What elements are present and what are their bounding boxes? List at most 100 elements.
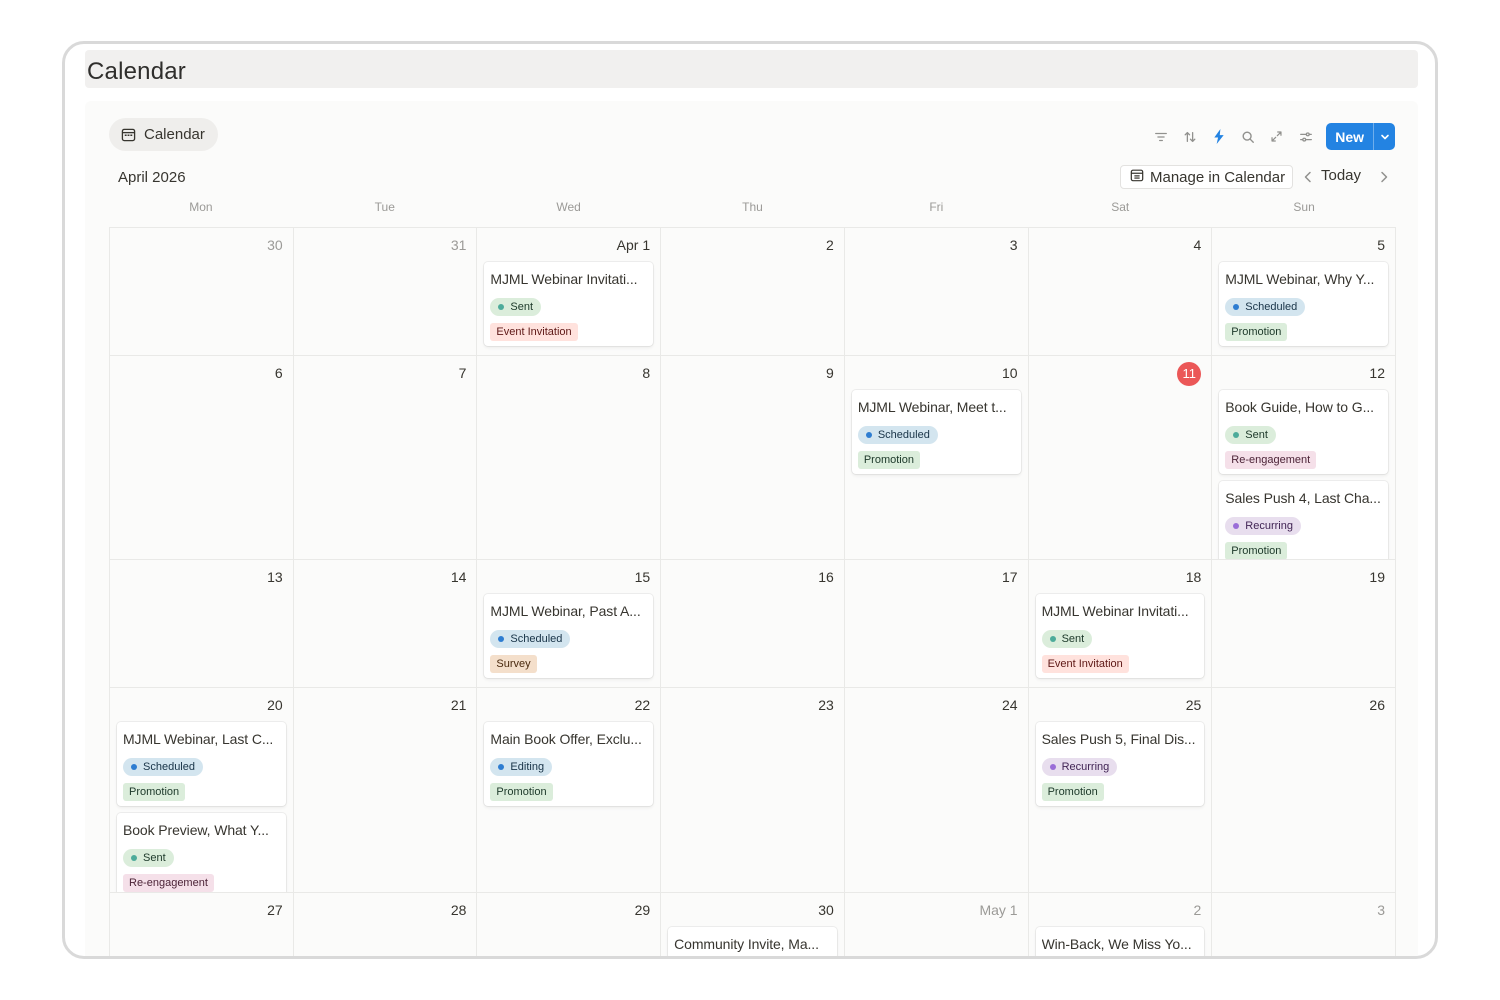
lightning-icon[interactable] (1204, 123, 1233, 150)
day-cell[interactable]: 15 MJML Webinar, Past A... Scheduled Survey (477, 560, 662, 688)
day-cell[interactable]: 9 (661, 356, 845, 560)
sort-icon[interactable] (1175, 123, 1204, 150)
event-title: Community Invite, Ma... (674, 936, 819, 952)
search-icon[interactable] (1233, 123, 1262, 150)
day-cell[interactable]: 4 (1028, 228, 1213, 356)
event-card[interactable]: Sales Push 4, Last Cha... Recurring Promot… (1219, 481, 1388, 559)
day-cell[interactable]: 16 (661, 560, 845, 688)
day-cell[interactable]: Apr 1 MJML Webinar Invitati... Sent Event I… (477, 228, 662, 356)
day-cell[interactable]: 26 (1212, 688, 1396, 893)
day-cell[interactable]: 8 (477, 356, 662, 560)
day-cell[interactable]: 13 (110, 560, 294, 688)
weekday-label: Thu (742, 200, 763, 214)
filter-icon[interactable] (1146, 123, 1175, 150)
day-cell[interactable]: 22 Main Book Offer, Exclu... Editing Promot… (477, 688, 662, 893)
day-cell[interactable]: 30 Community Invite, Ma... (661, 893, 845, 956)
manage-in-calendar-button[interactable]: Manage in Calendar (1120, 165, 1294, 189)
day-number: 27 (267, 902, 283, 918)
day-cell[interactable]: 24 (844, 688, 1029, 893)
month-label: April 2026 (118, 169, 186, 186)
weekday-label: Tue (374, 200, 395, 214)
view-tab-calendar[interactable]: Calendar (109, 118, 218, 151)
day-cell[interactable]: 17 (844, 560, 1029, 688)
status-badge: Sent (1041, 630, 1093, 648)
status-dot-icon (1233, 523, 1240, 529)
day-cell[interactable]: 20 MJML Webinar, Last C... Scheduled Promot… (110, 688, 294, 893)
event-card[interactable]: Community Invite, Ma... (668, 927, 837, 956)
weekday-label: Fri (929, 200, 944, 214)
status-dot-icon (1049, 636, 1056, 642)
event-card[interactable]: Win-Back, We Miss Yo... (1035, 927, 1205, 956)
day-cell[interactable]: 25 Sales Push 5, Final Dis... Recurring Pro… (1028, 688, 1213, 893)
day-cell[interactable]: 3 (1212, 893, 1396, 956)
weekday-label: Sun (1293, 200, 1315, 214)
day-cell[interactable]: 23 (661, 688, 845, 893)
event-card[interactable]: Main Book Offer, Exclu... Editing Promotio… (484, 722, 654, 806)
event-card[interactable]: MJML Webinar, Meet t... Scheduled Promotio… (851, 390, 1021, 474)
day-cell[interactable]: 19 (1212, 560, 1396, 688)
chevron-left-icon[interactable] (1299, 167, 1317, 187)
status-label: Sent (1245, 429, 1268, 441)
chevron-down-icon[interactable] (1373, 123, 1395, 150)
day-number: 24 (1001, 697, 1018, 713)
status-label: Sent (143, 852, 166, 864)
event-card[interactable]: MJML Webinar, Why Y... Scheduled Promotion (1219, 262, 1388, 346)
day-number: 26 (1369, 697, 1385, 713)
day-cell[interactable]: 6 (110, 356, 294, 560)
calendar-panel: Calendar New April 2026 Manage in Calend… (85, 101, 1418, 956)
day-number: 3 (1377, 902, 1385, 918)
manage-in-calendar-label: Manage in Calendar (1150, 168, 1286, 186)
status-label: Scheduled (143, 761, 195, 773)
day-number: 16 (818, 569, 834, 585)
event-card[interactable]: Book Preview, What Y... Sent Re-engagement (117, 813, 286, 892)
day-cell[interactable]: May 1 (844, 893, 1029, 956)
day-cell[interactable]: 18 MJML Webinar Invitati... Sent Event Invi… (1028, 560, 1213, 688)
day-cell[interactable]: 11 (1028, 356, 1213, 560)
expand-icon[interactable] (1262, 123, 1291, 150)
day-number: 5 (1377, 237, 1385, 253)
day-cell[interactable]: 10 MJML Webinar, Meet t... Scheduled Promot… (844, 356, 1029, 560)
day-number: 25 (1185, 697, 1202, 713)
event-card[interactable]: Sales Push 5, Final Dis... Recurring Promo… (1035, 722, 1205, 806)
day-number: 12 (1369, 365, 1385, 381)
day-number: 2 (826, 237, 834, 253)
day-number: 7 (458, 365, 467, 381)
day-cell[interactable]: 7 (293, 356, 478, 560)
status-badge: Recurring (1225, 517, 1301, 535)
day-number: 2 (1193, 902, 1202, 918)
day-cell[interactable]: 12 Book Guide, How to G... Sent Re-engageme… (1212, 356, 1396, 560)
day-cell[interactable]: 31 (293, 228, 478, 356)
event-card[interactable]: MJML Webinar, Past A... Scheduled Survey (484, 594, 654, 678)
category-tag: Re-engagement (1225, 451, 1317, 469)
status-dot-icon (498, 764, 505, 770)
settings-sliders-icon[interactable] (1291, 123, 1320, 150)
event-title: MJML Webinar, Past A... (490, 603, 641, 619)
day-cell[interactable]: 29 (477, 893, 662, 956)
event-card[interactable]: MJML Webinar, Last C... Scheduled Promotio… (117, 722, 286, 806)
event-title: Sales Push 5, Final Dis... (1041, 731, 1196, 747)
day-cell[interactable]: 21 (293, 688, 478, 893)
day-cell[interactable]: 2 (661, 228, 845, 356)
day-cell[interactable]: 14 (293, 560, 478, 688)
day-cell[interactable]: 28 (293, 893, 478, 956)
status-label: Scheduled (510, 633, 563, 645)
event-card[interactable]: Book Guide, How to G... Sent Re-engagement (1219, 390, 1388, 474)
event-card[interactable]: MJML Webinar Invitati... Sent Event Invita… (484, 262, 654, 346)
status-badge: Scheduled (490, 630, 571, 648)
event-title: Win-Back, We Miss Yo... (1041, 936, 1192, 952)
calendar-grid: 30 31 Apr 1 MJML Webinar Invitati... Sent Eve… (109, 227, 1396, 956)
chevron-right-icon[interactable] (1375, 167, 1393, 187)
day-cell[interactable]: 5 MJML Webinar, Why Y... Scheduled Promotio… (1212, 228, 1396, 356)
day-cell[interactable]: 3 (844, 228, 1029, 356)
day-number: 20 (267, 697, 283, 713)
day-number: 21 (450, 697, 467, 713)
event-card[interactable]: MJML Webinar Invitati... Sent Event Invita… (1035, 594, 1205, 678)
day-cell[interactable]: 2 Win-Back, We Miss Yo... (1028, 893, 1213, 956)
weekday-label: Wed (556, 200, 581, 214)
day-cell[interactable]: 27 (110, 893, 294, 956)
day-number: 23 (818, 697, 834, 713)
new-button[interactable]: New (1326, 123, 1395, 150)
day-number: 6 (274, 365, 283, 381)
today-button[interactable]: Today (1321, 167, 1361, 184)
day-cell[interactable]: 30 (110, 228, 294, 356)
